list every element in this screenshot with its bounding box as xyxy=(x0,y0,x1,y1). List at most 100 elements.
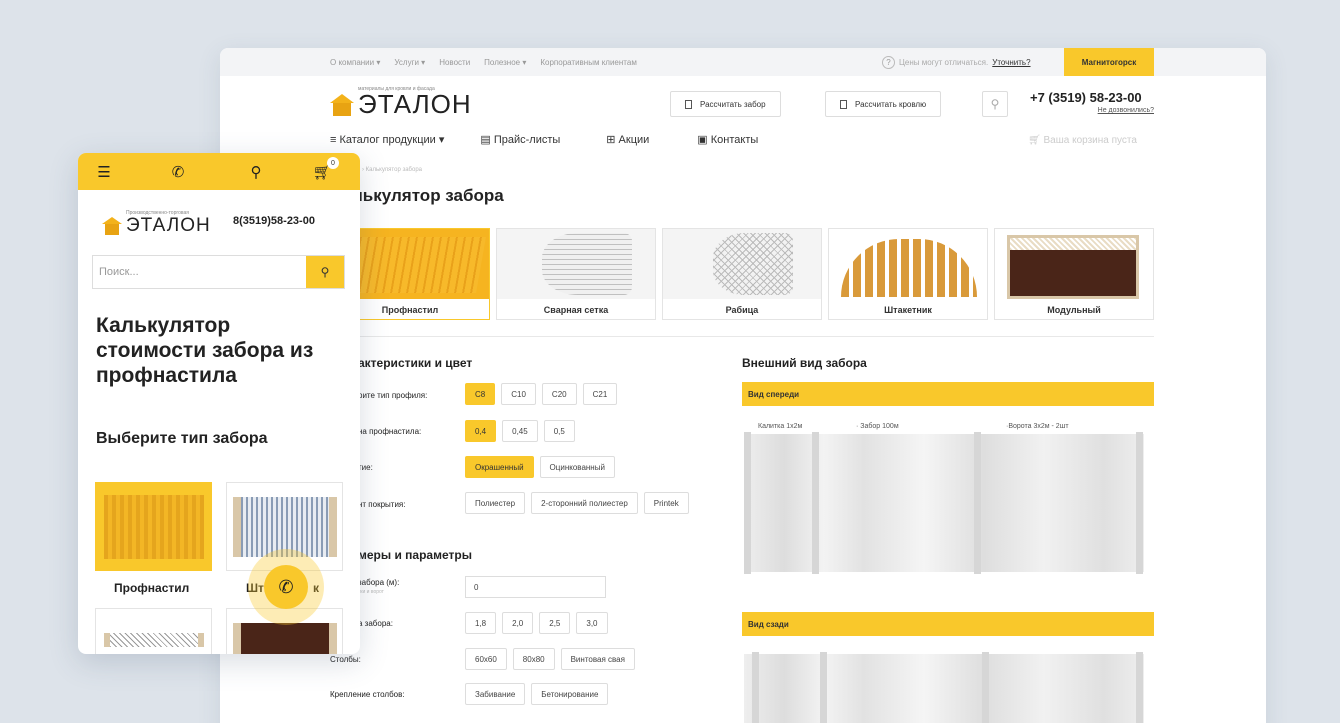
fence-post xyxy=(982,652,989,723)
logo[interactable]: материалы для кровли и фасада ЭТАЛОН xyxy=(330,86,472,117)
search-placeholder: Поиск... xyxy=(99,266,139,278)
mobile-subtitle: Выберите тип забора xyxy=(96,430,268,447)
calc-roof-button[interactable]: Рассчитать кровлю xyxy=(825,91,942,117)
profile-c21[interactable]: С21 xyxy=(582,383,618,405)
gates-label: ·Ворота 3х2м - 2шт xyxy=(1006,423,1069,430)
main-menu: ≡ Каталог продукции ▾ ▤ Прайс-листы ⊞ Ак… xyxy=(330,133,758,146)
search-button[interactable]: ⚲ xyxy=(982,91,1008,117)
cart-count-badge: 0 xyxy=(327,157,339,169)
fence-card-label: Модульный xyxy=(1047,305,1101,315)
height-30[interactable]: 3,0 xyxy=(576,612,608,634)
mount-driving[interactable]: Забивание xyxy=(465,683,526,705)
mesh-image xyxy=(233,497,337,557)
calc-fence-button[interactable]: Рассчитать забор xyxy=(670,91,781,117)
length-input[interactable]: 0 xyxy=(465,576,606,598)
post-screw-pile[interactable]: Винтовая свая xyxy=(560,648,635,670)
profile-c20[interactable]: С20 xyxy=(541,383,577,405)
prices-note: ? Цены могут отличаться. Уточнить? xyxy=(882,55,1031,69)
mobile-card-profnastil[interactable] xyxy=(95,482,212,571)
profile-c10[interactable]: С10 xyxy=(501,383,536,405)
welded-mesh-image xyxy=(497,229,655,299)
logo-text-box: материалы для кровли и фасада ЭТАЛОН xyxy=(358,86,472,117)
breadcrumb[interactable]: › Калькулятор забора xyxy=(362,167,422,173)
header: материалы для кровли и фасада ЭТАЛОН Рас… xyxy=(220,76,1266,126)
fence-card-picket[interactable]: Штакетник xyxy=(828,228,988,320)
mobile-card-chainlink[interactable] xyxy=(95,608,212,654)
fence-card-welded-mesh[interactable]: Сварная сетка xyxy=(496,228,656,320)
menu-contacts[interactable]: ▣ Контакты xyxy=(697,133,758,146)
top-nav-services[interactable]: Услуги ▾ xyxy=(394,58,425,67)
search-icon: ⚲ xyxy=(320,265,330,279)
variant-printek[interactable]: Printek xyxy=(643,492,689,514)
height-20[interactable]: 2,0 xyxy=(502,612,534,634)
back-view-band: Вид сзади xyxy=(742,612,1154,636)
desktop-window: О компании ▾ Услуги ▾ Новости Полезное ▾… xyxy=(220,48,1266,723)
search-icon: ⚲ xyxy=(990,97,1000,111)
mount-label: Крепление столбов: xyxy=(330,690,405,699)
coating-galvanized[interactable]: Оцинкованный xyxy=(539,456,615,478)
top-nav-corporate[interactable]: Корпоративным клиентам xyxy=(540,58,636,67)
top-nav-about[interactable]: О компании ▾ xyxy=(330,58,380,67)
posts-label: Столбы: xyxy=(330,655,361,664)
height-25[interactable]: 2,5 xyxy=(539,612,571,634)
menu-prices[interactable]: ▤ Прайс-листы xyxy=(480,133,560,146)
phone-icon[interactable]: ✆ xyxy=(166,153,190,190)
header-phone[interactable]: +7 (3519) 58-23-00 xyxy=(1030,90,1142,105)
top-nav-news[interactable]: Новости xyxy=(439,58,470,67)
thickness-05[interactable]: 0,5 xyxy=(543,420,575,442)
question-icon: ? xyxy=(882,55,895,69)
profile-c8[interactable]: С8 xyxy=(465,383,496,405)
city-selector[interactable]: Магнитогорск xyxy=(1064,48,1154,76)
logo-house-icon xyxy=(330,94,354,116)
fence-card-chainlink[interactable]: Рабица xyxy=(662,228,822,320)
prices-note-text: Цены могут отличаться. xyxy=(899,57,989,67)
fence-length-label: · Забор 100м xyxy=(856,423,899,430)
top-nav-useful[interactable]: Полезное ▾ xyxy=(484,58,526,67)
mobile-search-input[interactable]: Поиск... ⚲ xyxy=(92,255,345,289)
modular-image xyxy=(995,229,1153,299)
mobile-search-button[interactable]: ⚲ xyxy=(306,256,344,288)
map-pin-icon[interactable]: ⚲ xyxy=(244,153,268,190)
height-18[interactable]: 1,8 xyxy=(465,612,497,634)
post-80x80[interactable]: 80х80 xyxy=(512,648,555,670)
page-title: лькулятор забора xyxy=(352,186,504,205)
menu-catalog[interactable]: ≡ Каталог продукции ▾ xyxy=(330,133,444,146)
variant-polyester[interactable]: Полиестер xyxy=(465,492,526,514)
call-icon: ✆ xyxy=(278,576,294,597)
variant-label: нт покрытия: xyxy=(358,500,406,509)
mobile-logo[interactable]: Производственно-торговая ЭТАЛОН xyxy=(102,210,211,235)
cart-icon: 🛒︎ xyxy=(1028,135,1044,146)
cart-link[interactable]: 🛒︎ Ваша корзина пуста xyxy=(1028,135,1137,146)
thickness-options: 0,4 0,45 0,5 xyxy=(465,420,575,442)
thickness-04[interactable]: 0,4 xyxy=(465,420,497,442)
mobile-phone[interactable]: 8(3519)58-23-00 xyxy=(233,215,315,227)
callback-link[interactable]: Не дозвонились? xyxy=(1020,107,1154,114)
top-nav: О компании ▾ Услуги ▾ Новости Полезное ▾… xyxy=(330,58,637,67)
calc-roof-label: Рассчитать кровлю xyxy=(855,99,927,109)
document-icon xyxy=(840,99,847,109)
profile-label: рите тип профиля: xyxy=(358,391,428,400)
fence-post xyxy=(1136,432,1143,574)
thickness-045[interactable]: 0,45 xyxy=(502,420,538,442)
hamburger-icon[interactable]: ☰ xyxy=(92,153,116,190)
coating-options: Окрашенный Оцинкованный xyxy=(465,456,615,478)
fence-card-label: Сварная сетка xyxy=(543,305,609,315)
section-characteristics-title: актеристики и цвет xyxy=(358,356,473,370)
profile-options: С8 С10 С20 С21 xyxy=(465,383,618,405)
clarify-link[interactable]: Уточнить? xyxy=(992,58,1030,67)
document-icon xyxy=(685,99,692,109)
profnastil-image xyxy=(104,495,204,559)
menu-promo[interactable]: ⊞ Акции xyxy=(606,133,649,146)
variant-2side-polyester[interactable]: 2-сторонний полиестер xyxy=(531,492,638,514)
post-60x60[interactable]: 60х60 xyxy=(465,648,507,670)
modular-image xyxy=(233,623,337,654)
divider xyxy=(330,336,1154,337)
length-label: забора (м): xyxy=(358,578,400,587)
fence-card-modular[interactable]: Модульный xyxy=(994,228,1154,320)
call-button[interactable]: ✆ xyxy=(264,565,308,609)
top-bar: О компании ▾ Услуги ▾ Новости Полезное ▾… xyxy=(220,48,1266,76)
mount-concreting[interactable]: Бетонирование xyxy=(531,683,609,705)
coating-painted[interactable]: Окрашенный xyxy=(465,456,534,478)
picket-image xyxy=(829,229,987,299)
front-view-fence xyxy=(744,434,1144,572)
